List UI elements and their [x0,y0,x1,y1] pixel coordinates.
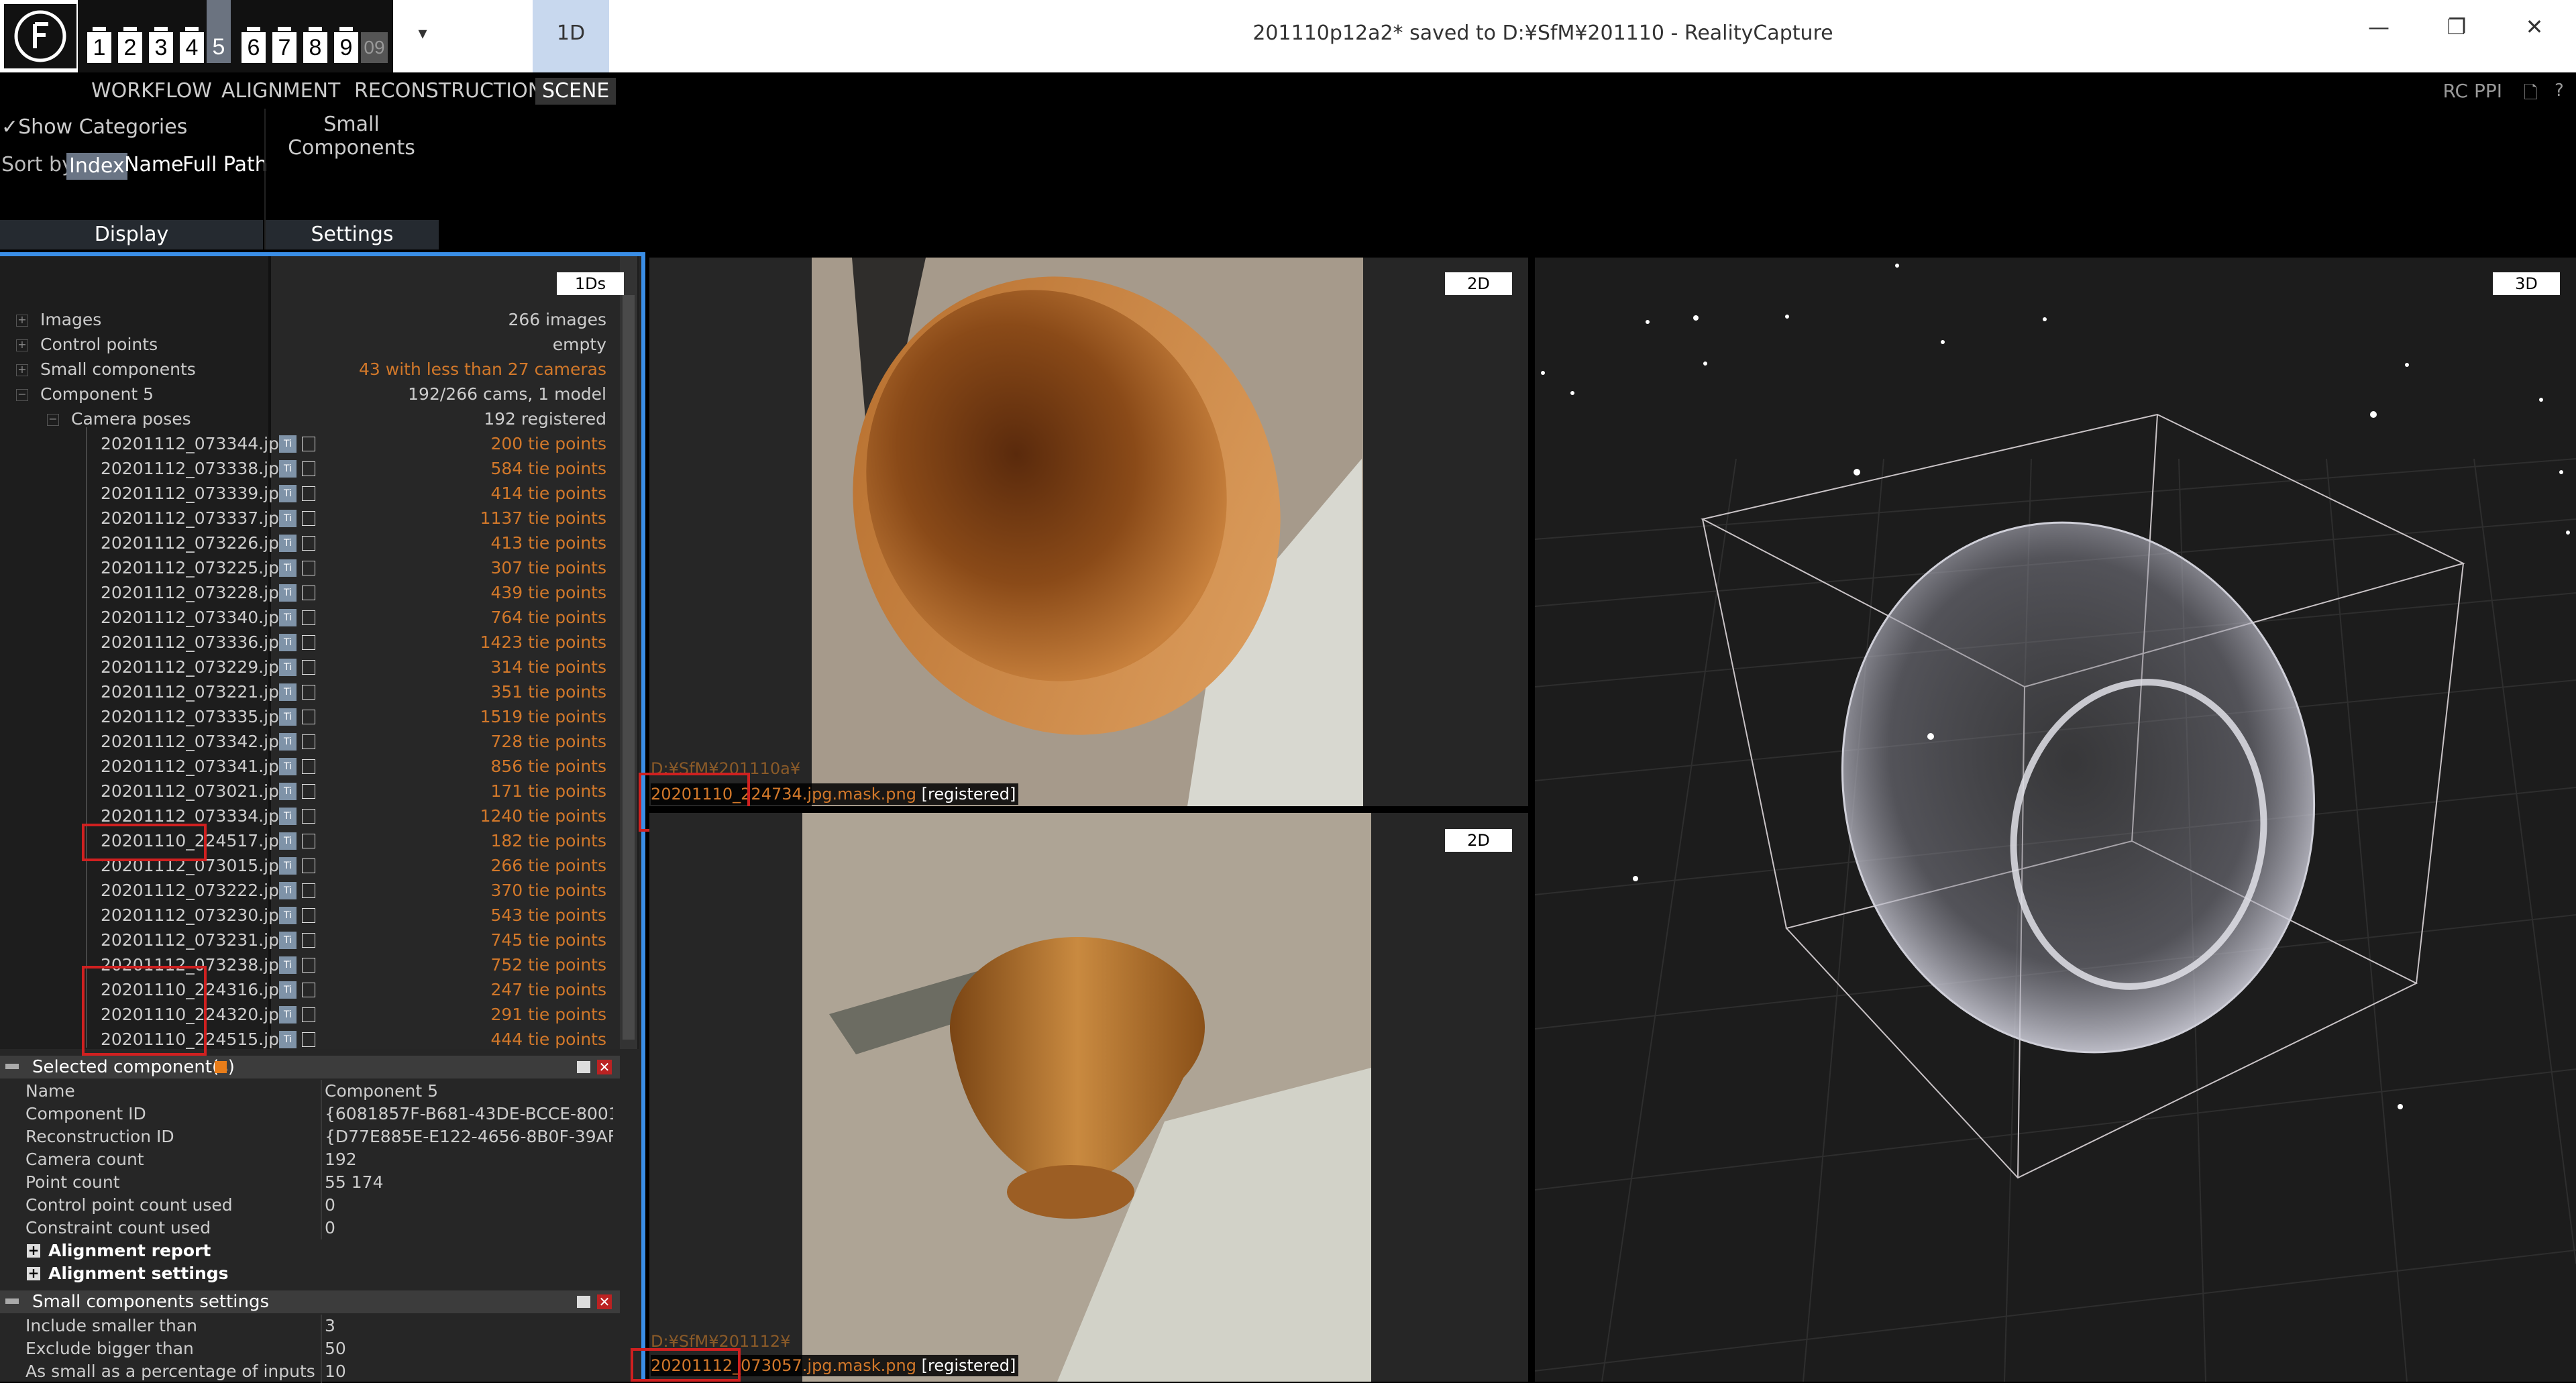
layout-09-button[interactable]: 09 [361,32,388,63]
app-logo[interactable] [4,4,76,68]
minimize-button[interactable]: — [2352,7,2406,47]
close-button[interactable]: ✕ [2508,7,2561,47]
ribbon-group-settings: Settings [266,220,439,250]
menu-reconstruction[interactable]: RECONSTRUCTION [354,78,543,105]
realitycapture-logo-icon [14,10,66,62]
bowl-photo-image [812,258,1363,806]
view-3d[interactable] [1535,258,2576,1382]
active-panel-frame [0,252,645,1382]
image-status: [registered] [921,1356,1016,1375]
small-components-button[interactable]: Small Components [266,113,437,160]
image-status: [registered] [921,785,1016,804]
view-splitter-vertical[interactable] [1528,258,1535,1382]
layout-2-button[interactable]: 2 [118,32,142,63]
layout-marker-icon [154,27,168,31]
rc-ppi-label[interactable]: RC PPI [2443,78,2502,105]
menu-alignment[interactable]: ALIGNMENT [221,78,340,105]
show-categories-toggle[interactable]: ✓Show Categories [1,115,187,139]
help-icon[interactable]: ? [2555,80,2572,102]
point-cloud-scene [1535,264,2576,1382]
layout-5-button[interactable]: 5 [207,0,231,63]
document-icon[interactable]: 🗋 [2524,80,2541,103]
restore-button[interactable]: ❐ [2430,7,2483,47]
sort-by-label: Sort by [1,153,74,176]
window-title: 201110p12a2* saved to D:¥SfM¥201110 - Re… [1252,21,1833,45]
photo-wooden-bowl-bottom[interactable] [802,813,1371,1382]
view-type-badge-2d: 2D [1445,272,1512,295]
menu-bar: WORKFLOW ALIGNMENT RECONSTRUCTION SCENE … [0,72,2576,109]
layout-7-button[interactable]: 7 [272,32,297,63]
layout-marker-icon [247,27,260,31]
layout-6-button[interactable]: 6 [241,32,266,63]
view-type-badge-3d: 3D [2493,272,2560,295]
view-splitter-horizontal[interactable] [649,806,1528,813]
quick-access-dropdown-icon[interactable]: ▾ [409,20,436,47]
layout-9-button[interactable]: 9 [334,32,358,63]
layout-1-button[interactable]: 1 [87,32,111,63]
layout-4-button[interactable]: 4 [180,32,204,63]
layout-marker-icon [309,27,322,31]
menu-scene[interactable]: SCENE [535,78,616,105]
layout-8-button[interactable]: 8 [303,32,327,63]
menu-workflow[interactable]: WORKFLOW [91,78,212,105]
layout-marker-icon [278,27,291,31]
layout-3-button[interactable]: 3 [149,32,173,63]
layout-marker-icon [93,27,106,31]
highlight-box [631,1348,741,1382]
sort-by-full-path-button[interactable]: Full Path [182,153,268,176]
ribbon-group-display: Display [0,220,263,250]
bowl-photo-image [802,813,1371,1382]
layout-marker-icon [185,27,199,31]
sort-by-name-button[interactable]: Name [124,153,184,176]
sort-by-index-button[interactable]: Index [66,153,127,180]
tab-1d[interactable]: 1D [533,0,609,72]
photo-wooden-bowl-top[interactable] [812,258,1363,806]
layout-selector: 1 2 3 4 5 6 7 8 9 09 [78,0,393,72]
layout-marker-icon [123,27,137,31]
layout-marker-icon [339,27,353,31]
view-type-badge-2d: 2D [1445,829,1512,852]
